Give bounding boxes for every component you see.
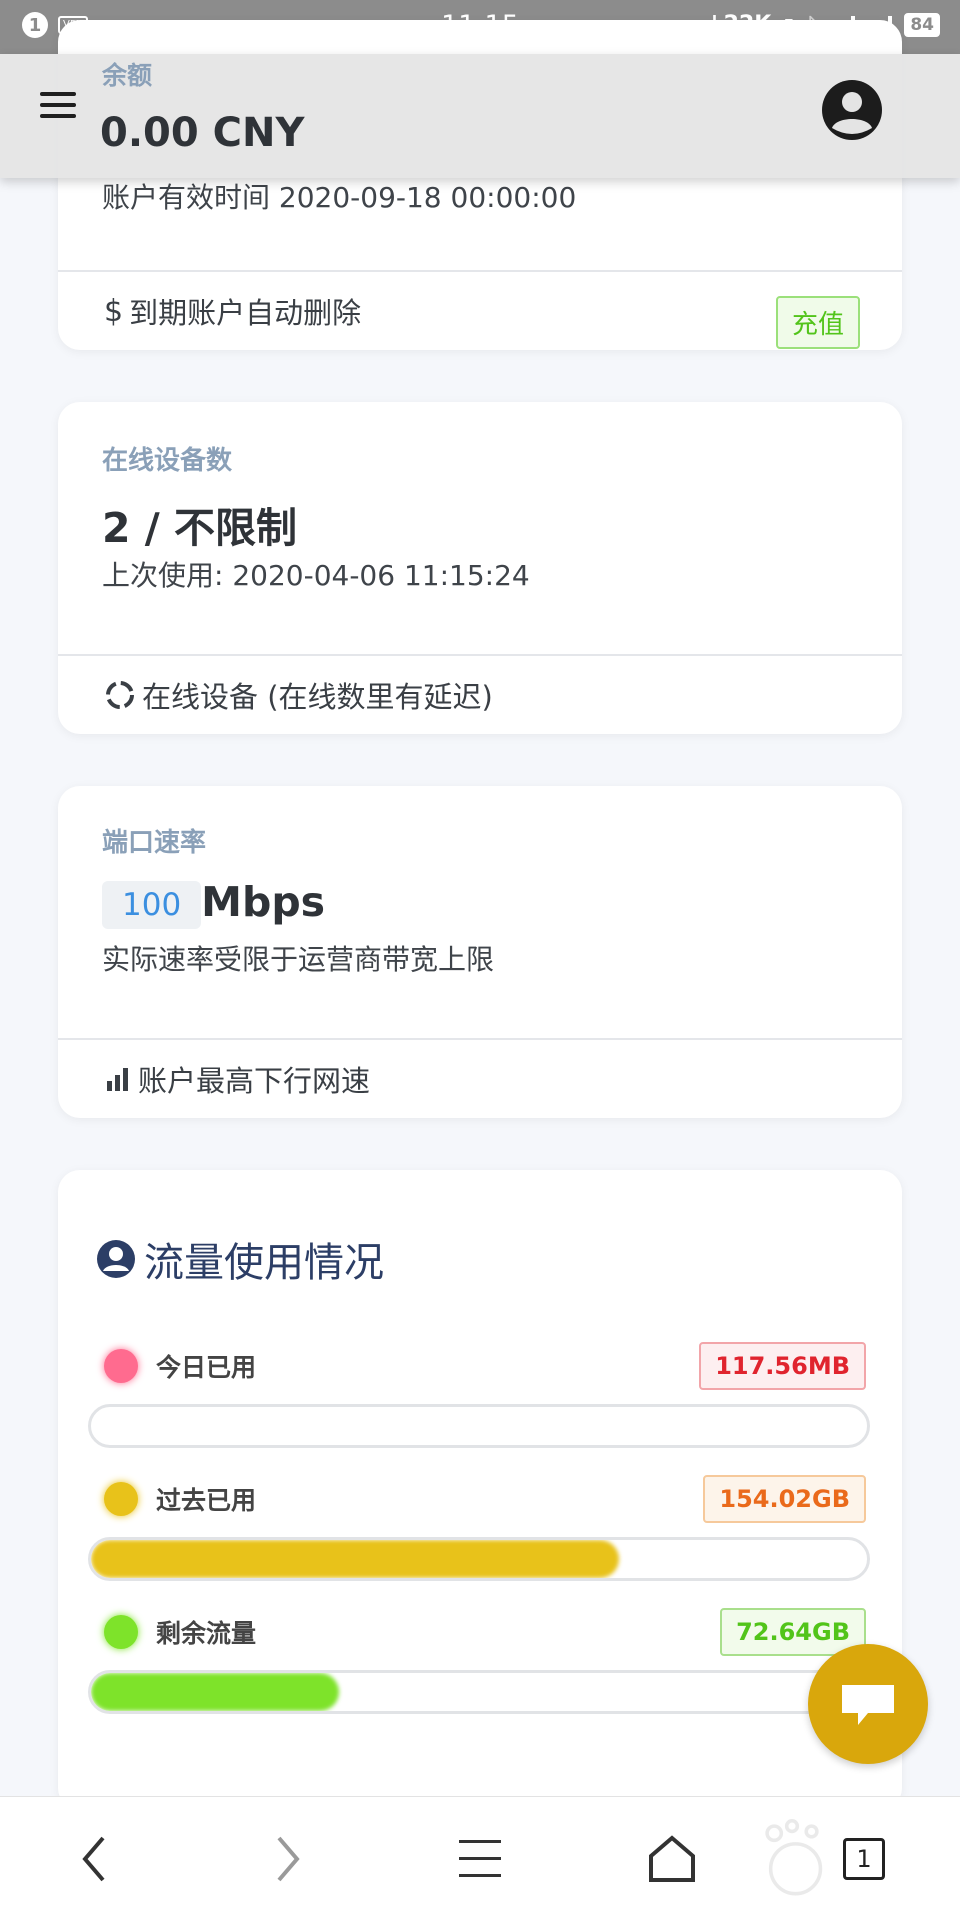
traffic-label: 剩余流量 xyxy=(156,1619,257,1648)
traffic-card: 流量使用情况 今日已用 117.56MB 过去已用 154.02GB 剩余流量 72.64… xyxy=(58,1170,902,1810)
bar-chart-icon xyxy=(107,1068,128,1091)
auto-delete-text: 到期账户自动删除 xyxy=(129,296,362,330)
devices-label: 在线设备数 xyxy=(102,446,233,476)
traffic-title: 流量使用情况 xyxy=(96,1230,384,1288)
tab-count: 1 xyxy=(843,1838,885,1880)
devices-card: 在线设备数 2 / 不限制 上次使用: 2020-04-06 11:15:24 … xyxy=(58,402,902,734)
menu-icon[interactable] xyxy=(40,92,76,120)
speed-note: 实际速率受限于运营商带宽上限 xyxy=(102,943,495,976)
hamburger-icon xyxy=(459,1840,501,1877)
traffic-row: 过去已用 154.02GB xyxy=(104,1475,866,1523)
loading-circle-icon xyxy=(106,681,134,709)
speed-card: 端口速率 100 Mbps 实际速率受限于运营商带宽上限 账户最高下行网速 xyxy=(58,786,902,1118)
back-icon xyxy=(82,1836,105,1882)
traffic-progress-fill xyxy=(91,1673,340,1711)
online-devices-link: 在线设备 (在线数里有延迟) xyxy=(142,680,493,714)
traffic-progress-bar xyxy=(88,1404,870,1448)
traffic-row: 今日已用 117.56MB xyxy=(104,1342,866,1390)
traffic-progress-bar xyxy=(88,1537,870,1581)
chat-icon xyxy=(842,1685,894,1725)
account-icon[interactable] xyxy=(820,78,884,142)
account-expiry: 账户有效时间 2020-09-18 00:00:00 xyxy=(102,181,577,214)
last-used: 上次使用: 2020-04-06 11:15:24 xyxy=(102,559,530,592)
user-circle-icon xyxy=(97,1240,135,1278)
chat-button[interactable] xyxy=(808,1644,928,1764)
traffic-label: 今日已用 xyxy=(156,1353,257,1382)
traffic-value-badge: 154.02GB xyxy=(703,1475,866,1523)
status-dot xyxy=(104,1482,138,1516)
traffic-row: 剩余流量 72.64GB xyxy=(104,1608,866,1656)
devices-count: 2 / 不限制 xyxy=(102,504,298,552)
traffic-progress-fill xyxy=(91,1540,619,1578)
dollar-icon: $ xyxy=(104,293,124,329)
status-dot xyxy=(104,1615,138,1649)
home-button[interactable] xyxy=(640,1827,704,1891)
recharge-button[interactable]: 充值 xyxy=(775,296,860,349)
max-download-text: 账户最高下行网速 xyxy=(138,1064,371,1098)
speed-value-row: 100 Mbps xyxy=(102,878,325,929)
forward-icon xyxy=(277,1836,300,1882)
back-button[interactable] xyxy=(62,1827,126,1891)
battery-level: 84 xyxy=(904,12,940,37)
speed-unit: Mbps xyxy=(201,878,326,926)
bottom-nav: 1 xyxy=(0,1796,960,1920)
traffic-title-text: 流量使用情况 xyxy=(144,1240,384,1286)
traffic-label: 过去已用 xyxy=(156,1486,257,1515)
menu-button[interactable] xyxy=(448,1827,512,1891)
account-card-footer: $ 到期账户自动删除 充值 xyxy=(58,270,902,350)
top-app-bar: 余额 0.00 CNY xyxy=(0,54,960,178)
traffic-progress-bar xyxy=(88,1670,870,1714)
devices-card-footer[interactable]: 在线设备 (在线数里有延迟) xyxy=(58,654,902,734)
status-dot xyxy=(104,1349,138,1383)
traffic-value-badge: 117.56MB xyxy=(699,1342,866,1390)
forward-button[interactable] xyxy=(256,1827,320,1891)
speed-card-footer: 账户最高下行网速 xyxy=(58,1038,902,1118)
balance-value: 0.00 CNY xyxy=(100,110,305,156)
mascot-icon xyxy=(760,1819,824,1896)
speed-label: 端口速率 xyxy=(102,828,207,858)
home-icon xyxy=(649,1835,695,1882)
balance-label: 余额 xyxy=(102,61,153,90)
tabs-button[interactable]: 1 xyxy=(832,1827,896,1891)
speed-badge: 100 xyxy=(102,881,202,929)
